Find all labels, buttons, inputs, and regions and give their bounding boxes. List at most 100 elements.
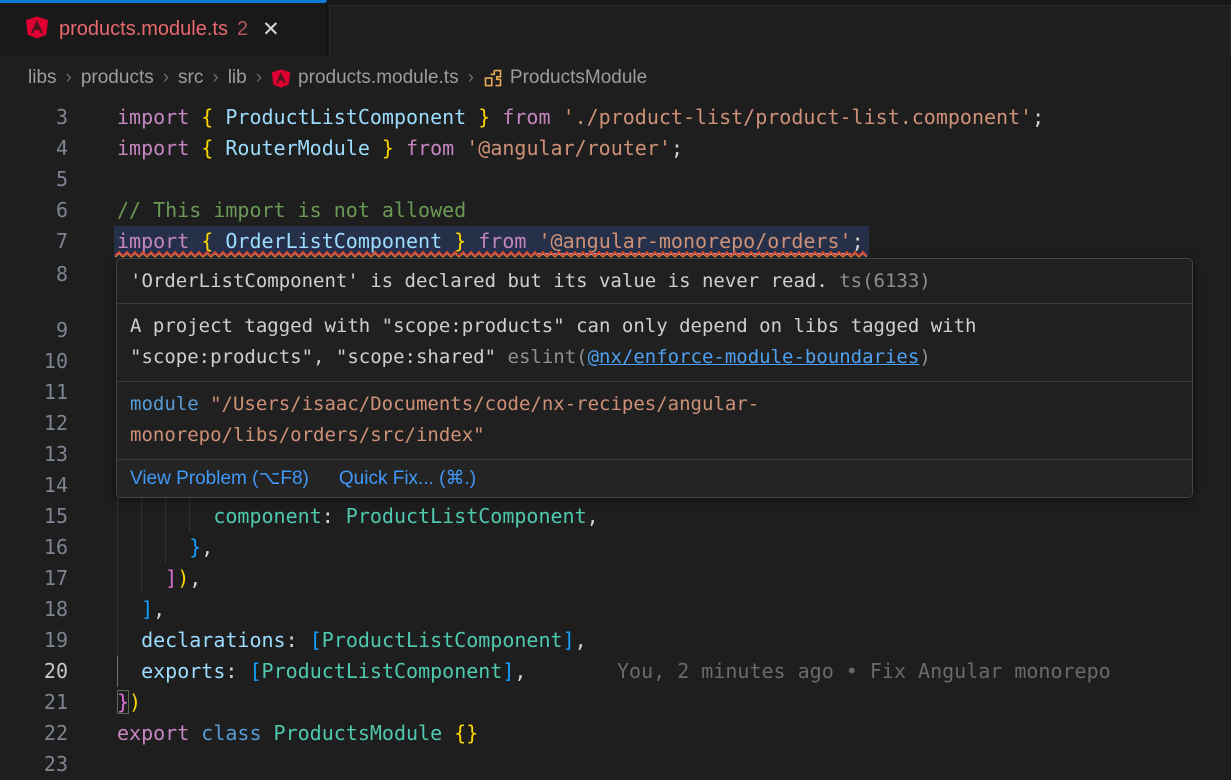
breadcrumb-separator: › (163, 67, 169, 89)
code-line-20[interactable]: exports: [ProductListComponent],You, 2 m… (117, 656, 1231, 687)
code-token: , (587, 504, 599, 528)
ts-diagnostic-code: ts(6133) (839, 270, 931, 292)
line-number: 17 (0, 563, 68, 594)
code-token: ] (165, 566, 177, 590)
breadcrumb-item-label: products.module.ts (298, 67, 459, 89)
code-line-4[interactable]: import { RouterModule } from '@angular/r… (117, 133, 1231, 164)
code-token: // This import is not allowed (117, 198, 478, 222)
module-path-line2: monorepo/libs/orders/src/index" (130, 420, 1192, 451)
breadcrumb-separator: › (468, 67, 474, 89)
line-number: 15 (0, 501, 68, 532)
breadcrumb-item-libs[interactable]: libs (28, 67, 57, 89)
code-token: ProductListComponent (322, 628, 563, 652)
code-token: ] (563, 628, 575, 652)
code-line-21[interactable]: }) (117, 687, 1231, 718)
line-number: 7 (0, 226, 68, 257)
line-number: 21 (0, 687, 68, 718)
code-token: exports (141, 659, 225, 683)
code-token (117, 566, 165, 590)
module-path-line1: module "/Users/isaac/Documents/code/nx-r… (130, 389, 1192, 420)
code-token: } (189, 535, 201, 559)
view-problem-link[interactable]: View Problem (⌥F8) (130, 467, 309, 490)
code-token: ProductListComponent (346, 504, 587, 528)
code-token: import (117, 105, 201, 129)
eslint-message-line2: "scope:products", "scope:shared" eslint(… (130, 342, 1192, 373)
hover-eslint-diagnostic: A project tagged with "scope:products" c… (117, 303, 1192, 381)
code-text: ], (117, 597, 165, 621)
line-number: 13 (0, 439, 68, 470)
code-token: ] (502, 659, 514, 683)
tab-close-icon[interactable]: ✕ (262, 19, 280, 40)
hover-ts-diagnostic: 'OrderListComponent' is declared but its… (117, 259, 1192, 303)
code-token: ) (177, 566, 189, 590)
hover-module-info: module "/Users/isaac/Documents/code/nx-r… (117, 381, 1192, 459)
breadcrumb-separator: › (256, 67, 262, 89)
code-token: './product-list/product-list.component' (563, 105, 1033, 129)
code-token: ProductListComponent (225, 105, 466, 129)
code-token: , (575, 628, 587, 652)
code-token: ) (129, 690, 141, 714)
breadcrumb-item-products[interactable]: products (81, 67, 154, 89)
code-token: component (213, 504, 321, 528)
code-token: ; (1032, 105, 1044, 129)
code-line-6[interactable]: // This import is not allowed (117, 195, 1231, 226)
code-text: import { ProductListComponent } from './… (117, 105, 1044, 129)
breadcrumb-item-label: src (178, 67, 203, 89)
code-text: exports: [ProductListComponent], (117, 659, 526, 683)
code-line-3[interactable]: import { ProductListComponent } from './… (117, 102, 1231, 133)
code-line-7[interactable]: import { OrderListComponent } from '@ang… (117, 226, 1231, 257)
tab-products-module-ts[interactable]: products.module.ts 2 ✕ (0, 0, 327, 56)
code-line-15[interactable]: component: ProductListComponent, (117, 501, 1231, 532)
code-line-17[interactable]: ]), (117, 563, 1231, 594)
eslint-message-line1: A project tagged with "scope:products" c… (130, 311, 1192, 342)
quick-fix-link[interactable]: Quick Fix... (⌘.) (339, 467, 476, 490)
code-token: : (322, 504, 346, 528)
editor[interactable]: 34567891011121314151617181920212223 impo… (0, 100, 1231, 780)
line-number: 3 (0, 102, 68, 133)
code-text: ]), (117, 566, 201, 590)
breadcrumb-item-label: ProductsModule (510, 67, 647, 89)
line-number: 18 (0, 594, 68, 625)
line-number: 23 (0, 749, 68, 780)
code-token (117, 597, 141, 621)
tab-file-icon-slot (25, 15, 49, 45)
breadcrumb-item-label: libs (28, 67, 57, 89)
code-token (117, 628, 141, 652)
code-token: } (117, 690, 129, 714)
code-line-16[interactable]: }, (117, 532, 1231, 563)
breadcrumb-item-src[interactable]: src (178, 67, 203, 89)
tab-label: products.module.ts (59, 18, 228, 41)
angular-icon (25, 15, 49, 40)
breadcrumb-item-lib[interactable]: lib (228, 67, 247, 89)
code-token: ProductListComponent (262, 659, 503, 683)
breadcrumb-item-productsmodule[interactable]: ProductsModule (483, 67, 647, 89)
code-token: export (117, 721, 201, 745)
code-token: , (189, 566, 201, 590)
code-line-18[interactable]: ], (117, 594, 1231, 625)
code-token: ProductsModule (274, 721, 455, 745)
ngmodule-symbol-icon (483, 68, 503, 88)
error-squiggle (115, 250, 867, 258)
tab-strip-empty-area (329, 5, 1231, 56)
code-token: } (370, 136, 406, 160)
code-line-22[interactable]: export class ProductsModule {} (117, 718, 1231, 749)
code-token: from (502, 105, 562, 129)
line-number: 4 (0, 133, 68, 164)
code-token: { (201, 136, 225, 160)
code-line-19[interactable]: declarations: [ProductListComponent], (117, 625, 1231, 656)
code-token: from (406, 136, 466, 160)
code-token: RouterModule (225, 136, 370, 160)
breadcrumb: libs›products›src›lib› products.module.t… (0, 56, 1231, 100)
line-number: 12 (0, 408, 68, 439)
line-number: 22 (0, 718, 68, 749)
line-number: 8 (0, 259, 68, 290)
breadcrumb-item-products-module-ts[interactable]: products.module.ts (271, 67, 459, 89)
tab-problems-badge: 2 (237, 18, 248, 41)
code-token: import (117, 136, 201, 160)
line-number: 11 (0, 377, 68, 408)
code-text: component: ProductListComponent, (117, 504, 599, 528)
eslint-rule-link[interactable]: @nx/enforce-module-boundaries (588, 346, 920, 368)
code-token (117, 659, 141, 683)
code-token: { (201, 105, 225, 129)
code-text: }) (117, 690, 141, 714)
